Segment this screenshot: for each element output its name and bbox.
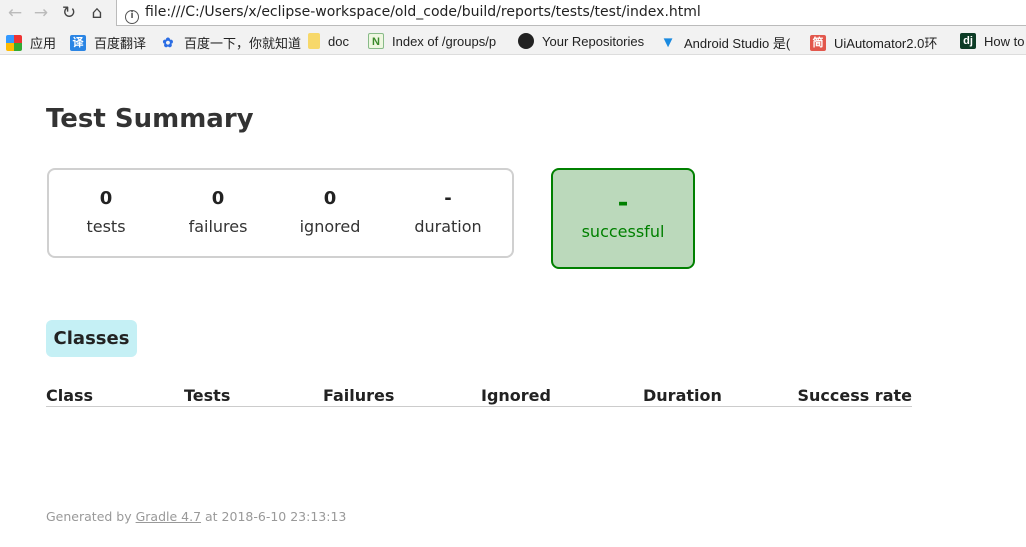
counter-ignored: 0 ignored [299, 188, 361, 236]
gradle-link[interactable]: Gradle 4.7 [136, 509, 201, 524]
url-text: file:///C:/Users/x/eclipse-workspace/old… [145, 4, 701, 20]
bookmark-item[interactable]: dj How to [960, 33, 1024, 49]
counter-duration: - duration [414, 188, 482, 236]
summary-box: 0 tests 0 failures 0 ignored - duration [47, 168, 514, 258]
tab-classes[interactable]: Classes [46, 320, 137, 357]
jian-icon: 简 [810, 34, 826, 51]
reload-icon[interactable]: ↻ [58, 3, 80, 23]
success-rate-box: - successful [551, 168, 695, 269]
bookmark-item[interactable]: ▼ Android Studio 是( [660, 33, 791, 52]
funnel-icon: ▼ [660, 33, 676, 51]
bookmark-apps[interactable]: 应用 [6, 33, 56, 52]
bookmark-item[interactable]: 简 UiAutomator2.0环 [810, 33, 937, 52]
bookmark-item[interactable]: ✿ 百度一下，你就知道 [160, 33, 301, 52]
n-icon: N [368, 33, 384, 49]
bookmark-item[interactable]: Your Repositories [518, 33, 644, 49]
home-icon[interactable]: ⌂ [86, 3, 108, 23]
back-icon[interactable]: ← [4, 3, 26, 23]
column-class: Class [46, 386, 94, 405]
info-icon[interactable]: i [125, 10, 139, 24]
column-success-rate: Success rate [797, 386, 912, 405]
column-duration: Duration [643, 386, 722, 405]
address-bar[interactable]: i file:///C:/Users/x/eclipse-workspace/ol… [116, 0, 1026, 26]
baidu-paw-icon: ✿ [162, 34, 174, 50]
classes-table-header: Class Tests Failures Ignored Duration Su… [46, 384, 912, 407]
column-ignored: Ignored [481, 386, 551, 405]
column-tests: Tests [184, 386, 231, 405]
github-icon [518, 33, 534, 49]
django-icon: dj [960, 33, 976, 49]
counter-tests: 0 tests [86, 188, 126, 236]
footer: Generated by Gradle 4.7 at 2018-6-10 23:… [46, 509, 347, 524]
folder-icon [308, 33, 320, 49]
bookmark-item[interactable]: 译百度翻译 [70, 33, 146, 52]
bookmark-item[interactable]: doc [308, 33, 349, 49]
apps-grid-icon [6, 34, 22, 51]
forward-icon[interactable]: → [30, 3, 52, 23]
counter-failures: 0 failures [188, 188, 248, 236]
browser-toolbar: ← → ↻ ⌂ i file:///C:/Users/x/eclipse-work… [0, 0, 1026, 27]
column-failures: Failures [323, 386, 395, 405]
translate-icon: 译 [70, 34, 86, 51]
bookmark-item[interactable]: N Index of /groups/p [368, 33, 496, 49]
page-title: Test Summary [46, 104, 254, 134]
bookmarks-bar: 应用 译百度翻译 ✿ 百度一下，你就知道 doc N Index of /group… [0, 27, 1026, 55]
